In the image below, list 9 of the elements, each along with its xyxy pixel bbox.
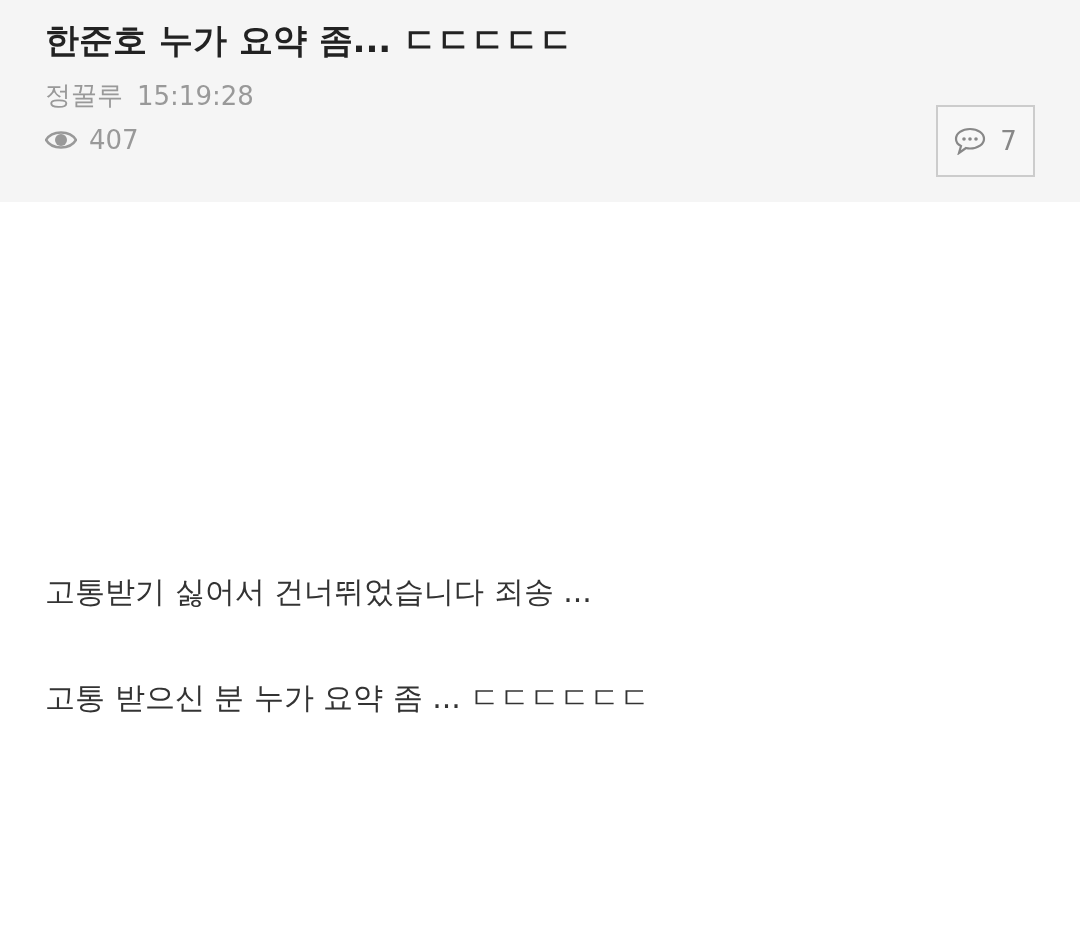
post-time: 15:19:28 <box>137 80 254 111</box>
body-paragraph: 고통받기 싫어서 건너뛰었습니다 죄송 ... <box>45 573 593 611</box>
post-title: 한준호 누가 요약 좀... ㄷㄷㄷㄷㄷ <box>45 19 574 62</box>
speech-bubble-icon <box>954 127 987 155</box>
view-count: 407 <box>89 125 139 155</box>
author-name: 정꿀루 <box>45 79 123 112</box>
body-paragraph: 고통 받으신 분 누가 요약 좀 ... ㄷㄷㄷㄷㄷㄷ <box>45 679 652 717</box>
eye-icon <box>45 129 77 151</box>
comments-button[interactable]: 7 <box>936 105 1035 177</box>
